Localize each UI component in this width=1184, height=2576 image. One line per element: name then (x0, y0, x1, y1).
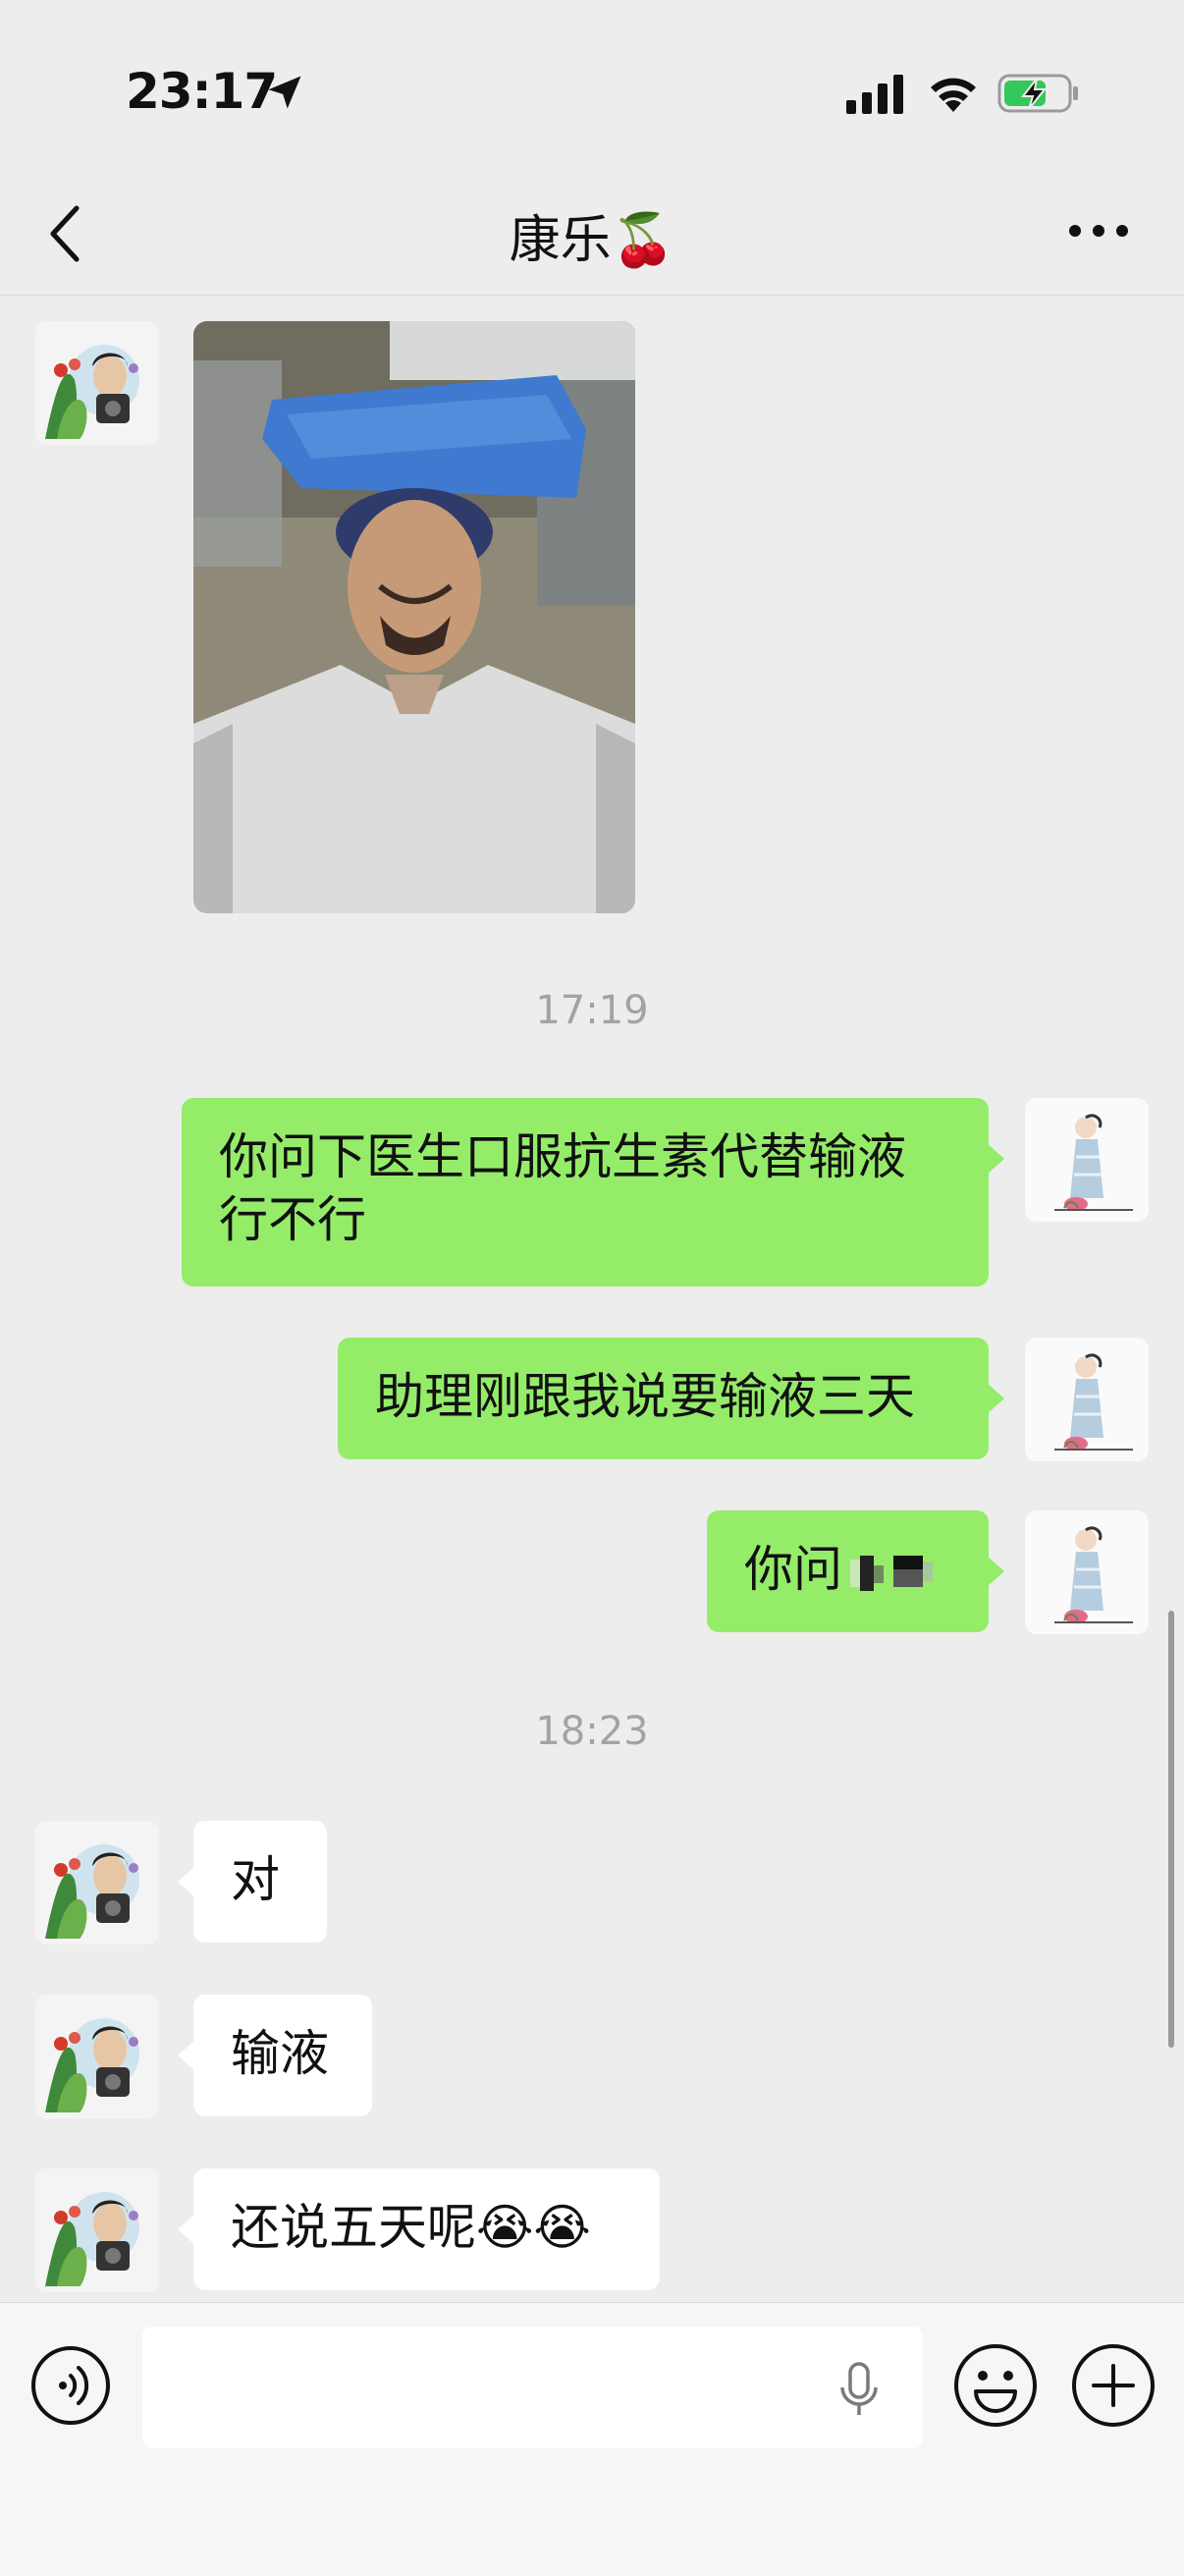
photo-message-hospital-selfie[interactable] (193, 321, 635, 913)
cellular-signal-icon (846, 75, 903, 114)
location-arrow-icon (268, 76, 301, 109)
chat-header: 康乐🍒 (0, 177, 1184, 296)
outgoing-message-bubble[interactable]: 助理刚跟我说要输液三天 (338, 1338, 1004, 1459)
message-input[interactable] (142, 2327, 923, 2448)
message-text: 对 (231, 1851, 280, 1908)
battery-charging-icon (997, 74, 1078, 113)
hospital-selfie-photo (193, 321, 635, 913)
emoji-icon[interactable] (952, 2342, 1039, 2429)
incoming-message-bubble[interactable]: 输液 (178, 1995, 372, 2116)
wifi-icon (931, 78, 976, 112)
status-bar: 23:17 (0, 0, 1184, 177)
message-text: 你问 (744, 1541, 842, 1598)
contact-avatar-illustration (35, 1995, 159, 2118)
my-avatar-illustration (1025, 1098, 1149, 1222)
message-text-line-1: 你问下医生口服抗生素代替输液 (219, 1128, 906, 1185)
contact-avatar-illustration (35, 1821, 159, 1945)
my-avatar[interactable] (1025, 1338, 1149, 1461)
timestamp-1823: 18:23 (535, 1709, 649, 1754)
timestamp-1719: 17:19 (535, 988, 649, 1033)
contact-avatar-illustration (35, 321, 159, 445)
chat-title: 康乐🍒 (509, 211, 675, 270)
message-text: 还说五天呢😭😭 (231, 2199, 591, 2256)
message-text: 助理刚跟我说要输液三天 (375, 1368, 915, 1425)
plus-icon[interactable] (1070, 2342, 1157, 2429)
message-text: 输液 (231, 2025, 329, 2082)
message-text-line-2: 行不行 (219, 1191, 366, 1248)
my-avatar-illustration (1025, 1338, 1149, 1461)
outgoing-message-bubble[interactable]: 你问 (707, 1510, 1004, 1632)
outgoing-message-bubble[interactable]: 你问下医生口服抗生素代替输液 行不行 (182, 1098, 1004, 1287)
my-avatar[interactable] (1025, 1098, 1149, 1222)
more-dots-icon[interactable] (1066, 216, 1131, 246)
chat-input-bar (0, 2302, 1184, 2576)
my-avatar[interactable] (1025, 1510, 1149, 1634)
my-avatar-illustration (1025, 1510, 1149, 1634)
chat-scrollbar[interactable] (1168, 1611, 1174, 2048)
incoming-message-bubble[interactable]: 对 (178, 1821, 327, 1943)
contact-avatar[interactable] (35, 2168, 159, 2292)
incoming-message-bubble[interactable]: 还说五天呢😭😭 (178, 2168, 660, 2290)
status-time: 23:17 (126, 63, 278, 120)
microphone-icon[interactable] (836, 2360, 882, 2421)
voice-mode-icon[interactable] (29, 2344, 112, 2427)
pixelated-text-redaction (850, 1555, 933, 1591)
contact-avatar[interactable] (35, 1821, 159, 1945)
contact-avatar[interactable] (35, 1995, 159, 2118)
contact-avatar[interactable] (35, 321, 159, 445)
contact-avatar-illustration (35, 2168, 159, 2292)
